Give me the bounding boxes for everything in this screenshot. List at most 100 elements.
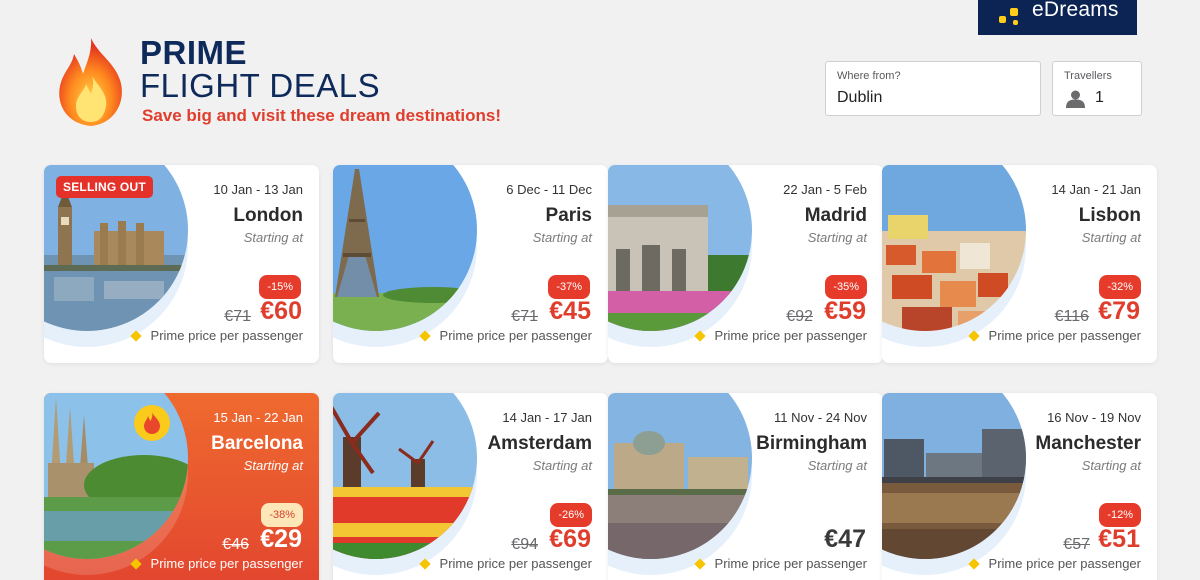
fire-icon (134, 405, 170, 441)
prime-note: Prime price per passenger (418, 556, 592, 571)
page-title-line1: PRIME (140, 34, 248, 71)
deal-card-amsterdam[interactable]: 14 Jan - 17 Jan Amsterdam Starting at -2… (333, 393, 608, 580)
deal-starting-label: Starting at (1081, 458, 1141, 473)
deal-card-lisbon[interactable]: 14 Jan - 21 Jan Lisbon Starting at -32% … (882, 165, 1157, 363)
travellers-field[interactable]: Travellers 1 (1052, 61, 1142, 116)
deal-city: Paris (545, 205, 592, 226)
deal-starting-label: Starting at (532, 458, 592, 473)
destination-photo (608, 393, 752, 559)
prime-diamond-icon (418, 557, 431, 570)
origin-label: Where from? (837, 70, 901, 82)
prime-note-text: Prime price per passenger (439, 556, 592, 571)
deal-starting-label: Starting at (243, 230, 303, 245)
deal-price: €51 (1098, 525, 1140, 553)
deal-price: €29 (260, 525, 302, 553)
origin-value[interactable]: Dublin (837, 89, 882, 107)
prime-diamond-icon (129, 557, 142, 570)
deal-card-madrid[interactable]: 22 Jan - 5 Feb Madrid Starting at -35% €… (608, 165, 883, 363)
deal-city: London (233, 205, 303, 226)
old-price: €71 (224, 308, 251, 325)
deal-city: Barcelona (211, 433, 303, 454)
old-price: €71 (511, 308, 538, 325)
destination-photo (333, 393, 477, 559)
old-price: €94 (511, 536, 538, 553)
old-price: €57 (1063, 536, 1090, 553)
fire-icon (59, 38, 122, 126)
deal-city: Madrid (804, 205, 867, 226)
prime-diamond-icon (418, 329, 431, 342)
deal-starting-label: Starting at (807, 458, 867, 473)
prime-diamond-icon (129, 329, 142, 342)
deal-card-birmingham[interactable]: 11 Nov - 24 Nov Birmingham Starting at €… (608, 393, 883, 580)
deal-card-manchester[interactable]: 16 Nov - 19 Nov Manchester Starting at -… (882, 393, 1157, 580)
prime-note-text: Prime price per passenger (988, 556, 1141, 571)
prime-diamond-icon (967, 557, 980, 570)
prime-diamond-icon (693, 557, 706, 570)
deal-city: Amsterdam (487, 433, 592, 454)
prime-note-text: Prime price per passenger (988, 328, 1141, 343)
deal-price: €47 (824, 525, 866, 553)
prime-note: Prime price per passenger (693, 556, 867, 571)
prime-note: Prime price per passenger (418, 328, 592, 343)
travellers-value[interactable]: 1 (1095, 89, 1104, 107)
deal-starting-label: Starting at (532, 230, 592, 245)
prime-note: Prime price per passenger (693, 328, 867, 343)
page-tagline: Save big and visit these dream destinati… (142, 106, 501, 125)
old-price: €46 (222, 536, 249, 553)
discount-badge: -38% (261, 503, 303, 527)
deal-price: €60 (260, 297, 302, 325)
prime-note-text: Prime price per passenger (439, 328, 592, 343)
destination-photo (608, 165, 752, 331)
deal-price: €79 (1098, 297, 1140, 325)
selling-out-badge: SELLING OUT (56, 176, 153, 198)
brand-mark-icon (996, 7, 1022, 28)
destination-photo (882, 165, 1026, 331)
prime-diamond-icon (693, 329, 706, 342)
prime-note-text: Prime price per passenger (714, 328, 867, 343)
discount-badge: -35% (825, 275, 867, 299)
deal-dates: 14 Jan - 17 Jan (502, 410, 592, 425)
deal-card-london[interactable]: SELLING OUT 10 Jan - 13 Jan London Start… (44, 165, 319, 363)
deal-card-paris[interactable]: 6 Dec - 11 Dec Paris Starting at -37% €7… (333, 165, 608, 363)
discount-badge: -26% (550, 503, 592, 527)
deal-city: Birmingham (756, 433, 867, 454)
brand-logo[interactable]: eDreams (978, 0, 1137, 35)
prime-note: Prime price per passenger (129, 556, 303, 571)
deal-starting-label: Starting at (807, 230, 867, 245)
destination-photo (333, 165, 477, 331)
deal-dates: 11 Nov - 24 Nov (774, 410, 867, 425)
deal-dates: 22 Jan - 5 Feb (783, 182, 867, 197)
prime-note-text: Prime price per passenger (150, 556, 303, 571)
prime-note: Prime price per passenger (967, 556, 1141, 571)
person-icon (1066, 90, 1085, 108)
deal-price: €45 (549, 297, 591, 325)
destination-photo (882, 393, 1026, 559)
deal-dates: 16 Nov - 19 Nov (1047, 410, 1141, 425)
travellers-label: Travellers (1064, 70, 1112, 82)
deal-dates: 14 Jan - 21 Jan (1051, 182, 1141, 197)
discount-badge: -32% (1099, 275, 1141, 299)
deal-starting-label: Starting at (243, 458, 303, 473)
discount-badge: -37% (548, 275, 590, 299)
deal-city: Lisbon (1078, 205, 1141, 226)
prime-diamond-icon (967, 329, 980, 342)
prime-note-text: Prime price per passenger (150, 328, 303, 343)
deal-dates: 15 Jan - 22 Jan (213, 410, 303, 425)
prime-note: Prime price per passenger (129, 328, 303, 343)
discount-badge: -15% (259, 275, 301, 299)
page-title-line2: FLIGHT DEALS (140, 67, 381, 104)
prime-note: Prime price per passenger (967, 328, 1141, 343)
brand-name: eDreams (1032, 0, 1119, 21)
deal-price: €69 (549, 525, 591, 553)
prime-note-text: Prime price per passenger (714, 556, 867, 571)
deal-city: Manchester (1035, 433, 1141, 454)
old-price: €92 (786, 308, 813, 325)
deal-dates: 6 Dec - 11 Dec (506, 182, 592, 197)
discount-badge: -12% (1099, 503, 1141, 527)
deal-price: €59 (824, 297, 866, 325)
old-price: €116 (1054, 308, 1089, 325)
deal-card-barcelona[interactable]: 15 Jan - 22 Jan Barcelona Starting at -3… (44, 393, 319, 580)
deal-starting-label: Starting at (1081, 230, 1141, 245)
deal-dates: 10 Jan - 13 Jan (213, 182, 303, 197)
origin-field[interactable]: Where from? Dublin (825, 61, 1041, 116)
